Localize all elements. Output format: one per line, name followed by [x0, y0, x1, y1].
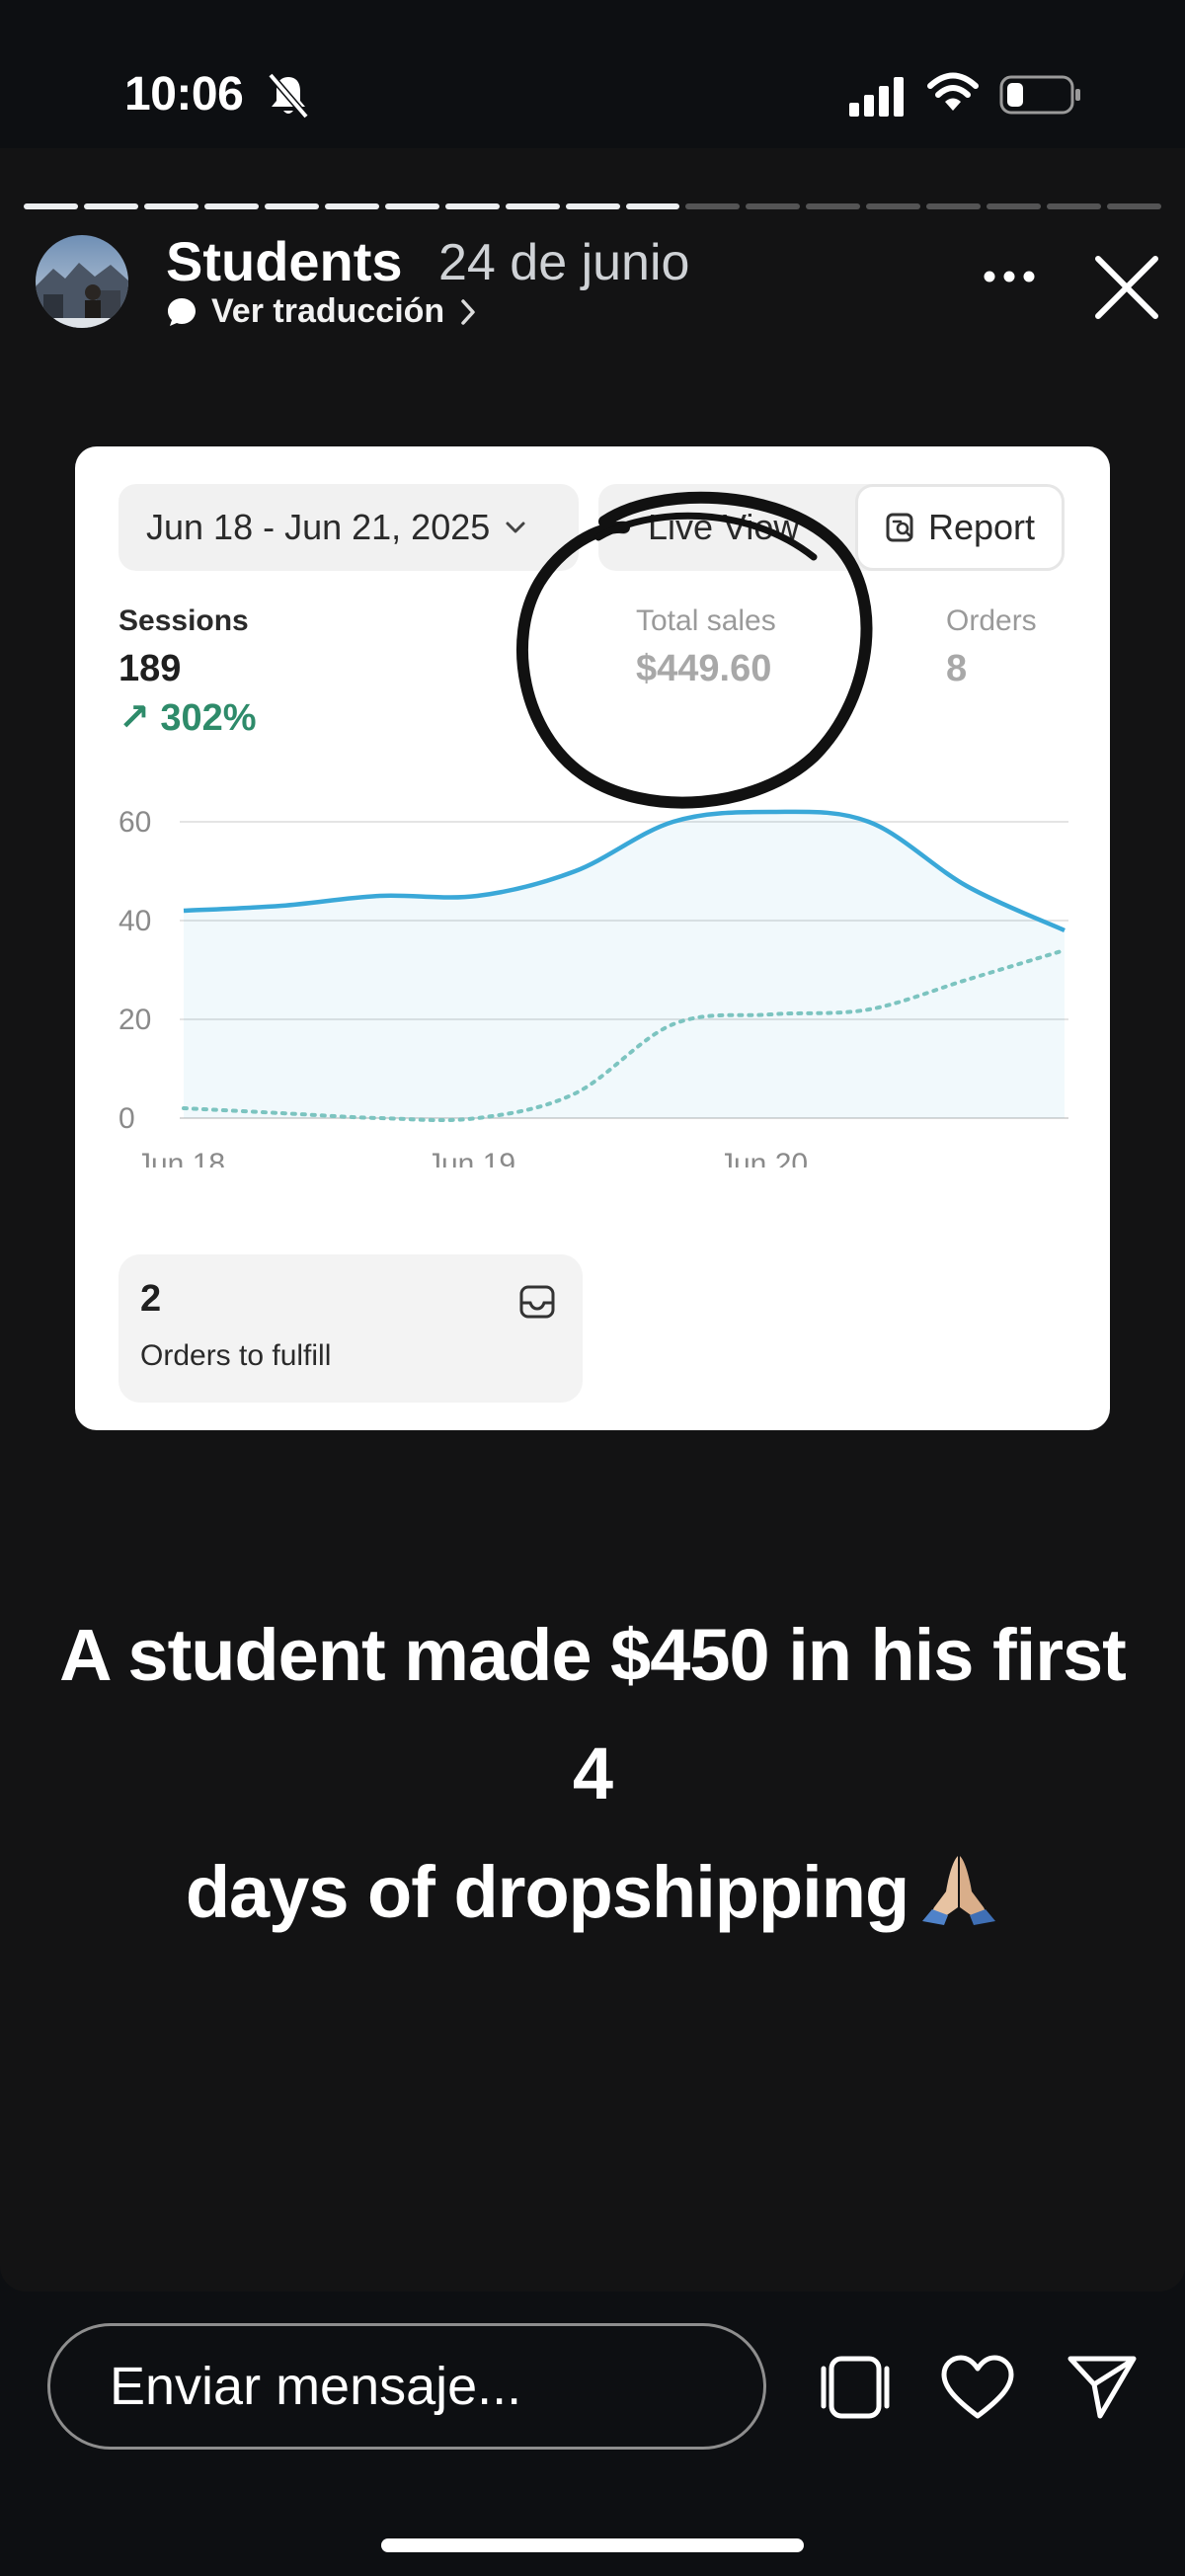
total-sales-label: Total sales	[636, 604, 776, 637]
caption-line-2: days of dropshipping	[185, 1851, 909, 1933]
translate-link[interactable]: Ver traducción	[166, 292, 478, 331]
progress-segment	[324, 203, 379, 209]
home-indicator	[381, 2538, 804, 2552]
progress-segment	[806, 203, 861, 209]
status-time: 10:06	[124, 68, 244, 121]
progress-segment	[83, 203, 138, 209]
close-icon[interactable]	[1092, 253, 1161, 322]
progress-segment	[24, 203, 78, 209]
battery-icon	[999, 75, 1080, 115]
report-button: Report	[855, 484, 1065, 571]
wifi-icon	[927, 72, 979, 111]
sticker-icon[interactable]	[816, 2355, 895, 2420]
orders-value: 8	[946, 648, 968, 689]
heart-icon[interactable]	[940, 2355, 1015, 2420]
progress-segment	[1107, 203, 1162, 209]
sessions-label: Sessions	[118, 604, 249, 637]
speech-bubble-icon	[168, 297, 196, 326]
report-search-icon	[886, 513, 913, 542]
avatar[interactable]	[36, 235, 128, 328]
x-tick-label: Jun 20	[719, 1148, 808, 1167]
total-sales-value: $449.60	[636, 648, 772, 689]
sessions-change-value: 302%	[160, 697, 257, 739]
progress-segment	[625, 203, 680, 209]
y-tick-label: 20	[118, 1004, 151, 1036]
progress-segment	[746, 203, 801, 209]
caption-line-1: A student made $450 in his first 4	[59, 1614, 1127, 1814]
live-view-label: Live View	[648, 507, 800, 547]
progress-segment	[1047, 203, 1102, 209]
x-tick-label: Jun 18	[136, 1148, 225, 1167]
translate-label: Ver traducción	[211, 292, 445, 330]
chevron-right-icon	[461, 298, 475, 325]
cellular-signal-icon	[849, 77, 904, 117]
inbox-icon	[519, 1285, 555, 1319]
y-tick-label: 0	[118, 1102, 135, 1135]
orders-to-fulfill-card: 2 Orders to fulfill	[118, 1254, 583, 1403]
caption-line-2-wrap: days of dropshipping	[59, 1833, 1126, 1952]
x-tick-label: Jun 19	[427, 1148, 515, 1167]
progress-segment	[987, 203, 1042, 209]
story-progress-bar	[24, 203, 1162, 209]
date-range-selector: Jun 18 - Jun 21, 2025	[118, 484, 579, 571]
progress-segment	[384, 203, 439, 209]
progress-segment	[505, 203, 560, 209]
progress-segment	[926, 203, 982, 209]
story-caption: A student made $450 in his first 4 days …	[59, 1596, 1127, 1952]
live-dot-icon	[616, 521, 630, 534]
sessions-line-chart: 0 20 40 60 Jun 18 Jun 19 Jun 20	[118, 806, 1068, 1167]
progress-segment	[565, 203, 620, 209]
progress-segment	[444, 203, 500, 209]
chevron-down-icon	[506, 522, 525, 533]
progress-segment	[203, 203, 259, 209]
orders-label: Orders	[946, 604, 1037, 637]
sessions-value: 189	[118, 648, 182, 689]
series-area	[184, 811, 1065, 1118]
progress-segment	[685, 203, 741, 209]
more-icon[interactable]	[982, 265, 1037, 288]
date-range-label: Jun 18 - Jun 21, 2025	[146, 507, 491, 547]
y-tick-label: 60	[118, 806, 151, 839]
story-date: 24 de junio	[438, 234, 690, 291]
story-username[interactable]: Students	[166, 229, 403, 293]
fulfill-count: 2	[140, 1278, 162, 1320]
y-tick-label: 40	[118, 905, 151, 937]
progress-segment	[866, 203, 921, 209]
send-icon[interactable]	[1066, 2353, 1138, 2420]
progress-segment	[264, 203, 319, 209]
fulfill-label: Orders to fulfill	[140, 1339, 332, 1372]
message-input[interactable]: Enviar mensaje...	[47, 2323, 766, 2450]
folded-hands-emoji-icon	[922, 1856, 996, 1925]
bell-slash-icon	[268, 73, 309, 119]
progress-segment	[143, 203, 198, 209]
analytics-screenshot: Jun 18 - Jun 21, 2025 Live View Report S…	[75, 446, 1110, 1430]
sessions-change: ↗ 302%	[118, 697, 257, 739]
report-label: Report	[927, 507, 1036, 547]
